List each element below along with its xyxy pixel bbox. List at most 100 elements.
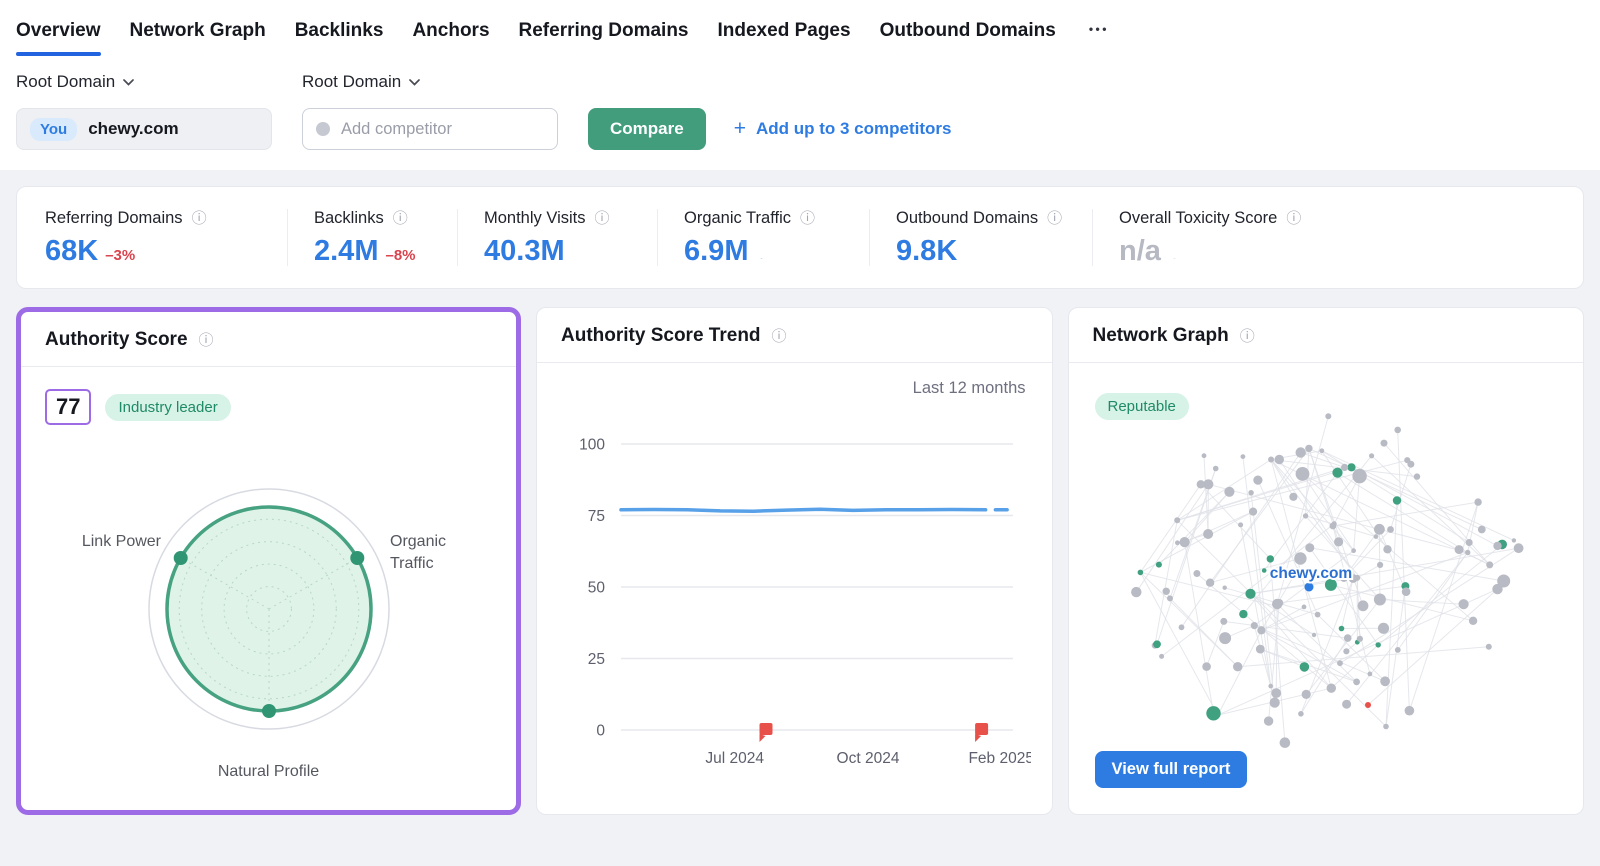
card-title: Authority Score Trend [561, 325, 761, 347]
svg-text:50: 50 [588, 580, 606, 597]
top-nav-tabs: Overview Network Graph Backlinks Anchors… [16, 8, 1576, 56]
primary-domain-input[interactable]: You chewy.com [16, 108, 272, 150]
info-icon[interactable]: ⓘ [772, 329, 787, 344]
competitor-input-wrap [302, 108, 558, 150]
primary-domain-value: chewy.com [88, 119, 178, 139]
axis-label-link-power: Link Power [73, 531, 161, 553]
reputable-badge: Reputable [1095, 393, 1189, 420]
info-icon[interactable]: ⓘ [1286, 211, 1301, 226]
svg-text:0: 0 [596, 723, 605, 740]
chevron-down-icon [123, 79, 134, 86]
trend-chart-area: Last 12 months 0255075100Jul 2024Oct 202… [537, 363, 1052, 814]
info-icon[interactable]: ⓘ [1240, 329, 1255, 344]
tab-label: Overview [16, 20, 101, 41]
tab-backlinks[interactable]: Backlinks [295, 8, 384, 56]
tab-referring-domains[interactable]: Referring Domains [519, 8, 689, 56]
chevron-down-icon [1168, 258, 1181, 266]
metric-value: 9.8K [896, 237, 957, 266]
card-title: Network Graph [1093, 325, 1229, 347]
tab-label: Network Graph [130, 20, 266, 41]
view-full-report-button[interactable]: View full report [1095, 751, 1248, 788]
info-icon[interactable]: ⓘ [594, 211, 609, 226]
svg-text:Oct 2024: Oct 2024 [837, 750, 900, 767]
you-badge: You [30, 118, 77, 141]
authority-score-card: Authority Score ⓘ 77 Industry leader Lin… [16, 307, 521, 815]
card-title: Authority Score [45, 329, 188, 351]
widget-cards-row: Authority Score ⓘ 77 Industry leader Lin… [16, 307, 1584, 815]
info-icon[interactable]: ⓘ [1047, 211, 1062, 226]
metric-label: Referring Domains [45, 209, 183, 228]
authority-score-content: 77 Industry leader Link Power Organic Tr… [21, 367, 516, 815]
scope-dropdown-competitor[interactable]: Root Domain [302, 72, 558, 92]
metric-label: Overall Toxicity Score [1119, 209, 1277, 228]
info-icon[interactable]: ⓘ [199, 333, 214, 348]
network-graph-card: Network Graph ⓘ Reputable chewy.com View… [1068, 307, 1585, 815]
metric-value: 6.9M [684, 237, 748, 266]
tab-network-graph[interactable]: Network Graph [130, 8, 266, 56]
metric-value: n/a [1119, 237, 1161, 266]
axis-label-natural-profile: Natural Profile [45, 761, 492, 783]
chevron-down-icon [409, 79, 420, 86]
filter-bar: Root Domain You chewy.com Root Domain Co… [16, 72, 1576, 150]
tab-overview[interactable]: Overview [16, 8, 101, 56]
metric-label: Outbound Domains [896, 209, 1038, 228]
trend-line-chart: 0255075100Jul 2024Oct 2024Feb 2025 [561, 408, 1031, 800]
top-section: Overview Network Graph Backlinks Anchors… [0, 0, 1600, 170]
competitor-column: Root Domain [302, 72, 558, 150]
main-content: Referring Domains ⓘ 68K –3% Backlinks ⓘ … [0, 170, 1600, 837]
svg-text:chewy.com: chewy.com [1269, 565, 1351, 582]
authority-score-value: 77 [45, 389, 91, 425]
network-scatter-graph: chewy.com [1069, 363, 1585, 813]
metric-outbound-domains: Outbound Domains ⓘ 9.8K [869, 209, 1092, 266]
metric-label: Organic Traffic [684, 209, 791, 228]
ellipsis-icon: ••• [1089, 22, 1109, 36]
scope-label: Root Domain [16, 72, 115, 92]
info-icon[interactable]: ⓘ [800, 211, 815, 226]
metric-value: 2.4M [314, 237, 378, 266]
primary-domain-column: Root Domain You chewy.com [16, 72, 272, 150]
tab-label: Indexed Pages [718, 20, 851, 41]
metric-monthly-visits: Monthly Visits ⓘ 40.3M [457, 209, 657, 266]
scope-label: Root Domain [302, 72, 401, 92]
svg-text:Feb 2025: Feb 2025 [968, 750, 1031, 767]
competitor-dot-icon [316, 122, 330, 136]
metric-delta: –8% [385, 247, 415, 266]
tab-label: Referring Domains [519, 20, 689, 41]
radar-chart-svg [39, 459, 499, 769]
trend-range-label: Last 12 months [561, 379, 1028, 398]
info-icon[interactable]: ⓘ [393, 211, 408, 226]
svg-text:75: 75 [588, 508, 605, 525]
svg-text:100: 100 [579, 437, 605, 454]
metric-referring-domains: Referring Domains ⓘ 68K –3% [45, 209, 287, 266]
svg-text:Jul 2024: Jul 2024 [705, 750, 764, 767]
tab-label: Backlinks [295, 20, 384, 41]
network-graph-area: Reputable chewy.com View full report [1069, 363, 1584, 814]
add-competitors-link[interactable]: + Add up to 3 competitors [734, 118, 952, 139]
tab-anchors[interactable]: Anchors [412, 8, 489, 56]
metric-overall-toxicity-score: Overall Toxicity Score ⓘ n/a [1092, 209, 1555, 266]
metric-value: 68K [45, 237, 98, 266]
compare-button[interactable]: Compare [588, 108, 706, 150]
metric-label: Backlinks [314, 209, 384, 228]
tab-indexed-pages[interactable]: Indexed Pages [718, 8, 851, 56]
authority-score-trend-card: Authority Score Trend ⓘ Last 12 months 0… [536, 307, 1053, 815]
chevron-down-icon [755, 258, 768, 266]
tab-label: Anchors [412, 20, 489, 41]
organic-traffic-dropdown[interactable]: 6.9M [684, 237, 849, 266]
add-competitor-input[interactable] [341, 120, 544, 139]
add-competitors-label: Add up to 3 competitors [756, 119, 952, 139]
scope-dropdown-primary[interactable]: Root Domain [16, 72, 272, 92]
tab-outbound-domains[interactable]: Outbound Domains [880, 8, 1056, 56]
metrics-summary-card: Referring Domains ⓘ 68K –3% Backlinks ⓘ … [16, 186, 1584, 289]
info-icon[interactable]: ⓘ [192, 211, 207, 226]
tab-label: Outbound Domains [880, 20, 1056, 41]
plus-icon: + [734, 118, 746, 139]
metric-delta: –3% [105, 247, 135, 266]
metric-backlinks: Backlinks ⓘ 2.4M –8% [287, 209, 457, 266]
authority-score-radar-chart: Link Power Organic Traffic Natural Profi… [45, 431, 492, 815]
toxicity-score-dropdown[interactable]: n/a [1119, 237, 1535, 266]
industry-leader-badge: Industry leader [105, 394, 230, 421]
metric-value: 40.3M [484, 237, 565, 266]
axis-label-organic-traffic: Organic Traffic [390, 531, 480, 574]
more-tabs-button[interactable]: ••• [1085, 10, 1113, 54]
